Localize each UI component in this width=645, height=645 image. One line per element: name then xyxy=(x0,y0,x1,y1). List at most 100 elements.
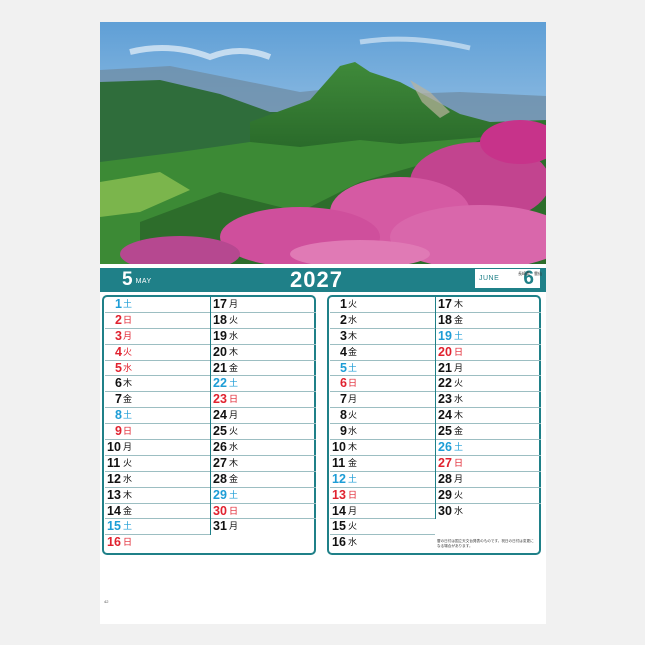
day-number: 9 xyxy=(340,424,347,439)
day-row: 28 月 xyxy=(436,472,541,488)
day-number: 19 xyxy=(213,328,227,343)
day-number: 15 xyxy=(332,519,346,534)
day-number: 8 xyxy=(115,408,122,423)
weekday-label: 水 xyxy=(348,314,358,325)
weekday-label: 金 xyxy=(229,362,239,373)
day-number: 30 xyxy=(438,503,452,518)
weekday-label: 日 xyxy=(454,346,464,357)
weekday-label: 火 xyxy=(454,489,464,500)
weekday-label: 月 xyxy=(348,394,358,405)
photo-caption: 長崎県 雲仙 xyxy=(518,271,542,276)
weekday-label: 木 xyxy=(454,299,464,309)
day-number: 13 xyxy=(107,487,121,502)
weekday-label: 金 xyxy=(123,505,133,516)
day-row: 4火 xyxy=(105,345,210,361)
day-number: 3 xyxy=(115,328,122,343)
day-row: 19 水 xyxy=(211,329,316,345)
day-row: 3木 xyxy=(330,329,435,345)
weekday-label: 火 xyxy=(229,314,239,325)
day-row: 2水 xyxy=(330,313,435,329)
day-row: 30 日 xyxy=(211,504,316,520)
weekday-label: 月 xyxy=(229,521,239,532)
day-number: 6 xyxy=(340,376,347,391)
day-number: 26 xyxy=(213,440,227,455)
may-heading: 5 MAY xyxy=(122,269,152,293)
day-row: 16 水 xyxy=(330,535,435,551)
day-row: 21 月 xyxy=(436,361,541,377)
day-row: 4金 xyxy=(330,345,435,361)
weekday-label: 日 xyxy=(229,394,239,405)
weekday-label: 日 xyxy=(123,314,133,325)
weekday-label: 火 xyxy=(454,378,464,389)
weekday-label: 水 xyxy=(229,330,239,341)
weekday-label: 金 xyxy=(229,473,239,484)
day-row: 7金 xyxy=(105,392,210,409)
day-row: 14 月 xyxy=(330,504,435,520)
weekday-label: 金 xyxy=(123,394,133,405)
day-row: 19 土 xyxy=(436,329,541,345)
day-number: 17 xyxy=(438,297,452,311)
weekday-label: 日 xyxy=(348,489,358,500)
june-label: JUNE xyxy=(479,275,500,282)
day-number: 11 xyxy=(107,455,121,470)
day-number: 9 xyxy=(115,424,122,439)
may-column-2: 17 月 18 火 19 水 20 木 21 金 22 土 23 日 24 月 25 火 26 水 27 木 28 金 29 土 3… xyxy=(210,297,316,536)
day-number: 14 xyxy=(107,503,121,518)
weekday-label: 土 xyxy=(348,473,358,484)
weekday-label: 金 xyxy=(454,426,464,437)
day-number: 14 xyxy=(332,503,346,518)
day-row: 17 月 xyxy=(211,297,316,313)
weekday-label: 土 xyxy=(123,410,133,421)
weekday-label: 水 xyxy=(123,473,133,484)
day-row: 11 金 xyxy=(330,456,435,472)
weekday-label: 月 xyxy=(229,299,239,309)
day-row: 5水 xyxy=(105,361,210,377)
may-calendar: 1 土 2 日 3 月 4 火 5 水 6 木 7 金 8 土 9 日 10 月 11 火 12 水 13 木 14 金 15 土 16 日 … xyxy=(102,295,316,555)
day-row: 25 金 xyxy=(436,424,541,441)
day-row: 27 日 xyxy=(436,456,541,472)
day-number: 6 xyxy=(115,376,122,391)
weekday-label: 土 xyxy=(229,489,239,500)
day-number: 21 xyxy=(213,360,227,375)
june-calendar: 1 火 2 水 3 木 4 金 5 土 6 日 7 月 8 火 9 水 10 木 11 金 12 土 13 日 14 月 15 火 16 水 … xyxy=(327,295,541,555)
weekday-label: 月 xyxy=(123,330,133,341)
day-row: 26 水 xyxy=(211,440,316,456)
weekday-label: 木 xyxy=(348,330,358,341)
day-number: 8 xyxy=(340,408,347,423)
weekday-label: 水 xyxy=(229,442,239,453)
day-row: 1火 xyxy=(330,297,435,313)
day-number: 7 xyxy=(115,392,122,407)
day-number: 20 xyxy=(438,344,452,359)
day-number: 16 xyxy=(107,535,121,550)
day-number: 19 xyxy=(438,328,452,343)
footer-note: 暦の日付は国立天文台発表のものです。祝日の日付は変更になる場合があります。 xyxy=(437,539,534,548)
year-title: 2027 xyxy=(290,267,343,292)
day-row: 2日 xyxy=(105,313,210,329)
weekday-label: 日 xyxy=(123,426,133,437)
mountain-azalea-image xyxy=(100,22,546,264)
day-number: 28 xyxy=(213,471,227,486)
day-row: 9日 xyxy=(105,424,210,441)
day-number: 2 xyxy=(340,312,347,327)
day-number: 5 xyxy=(340,360,347,375)
day-number: 10 xyxy=(107,440,121,455)
day-row: 5土 xyxy=(330,361,435,377)
day-row: 15 火 xyxy=(330,519,435,536)
day-number: 31 xyxy=(213,519,227,534)
day-row: 8火 xyxy=(330,408,435,425)
day-number: 15 xyxy=(107,519,121,534)
day-row: 17 木 xyxy=(436,297,541,313)
day-row: 27 木 xyxy=(211,456,316,472)
day-row: 8土 xyxy=(105,408,210,425)
day-row: 6日 xyxy=(330,376,435,393)
day-number: 1 xyxy=(115,297,122,311)
weekday-label: 月 xyxy=(348,505,358,516)
day-row: 29 火 xyxy=(436,488,541,504)
day-number: 12 xyxy=(332,471,346,486)
day-number: 26 xyxy=(438,440,452,455)
weekday-label: 水 xyxy=(123,362,133,373)
weekday-label: 木 xyxy=(348,442,358,453)
calendar-sheet: 5 MAY 2027 JUNE 6 長崎県 雲仙 1土2日3月4火5水6木7金8土… xyxy=(100,22,546,624)
june-column-1: 1 火 2 水 3 木 4 金 5 土 6 日 7 月 8 火 9 水 10 木 11 金 12 土 13 日 14 月 15 火 16 水 xyxy=(330,297,435,551)
day-number: 12 xyxy=(107,471,121,486)
